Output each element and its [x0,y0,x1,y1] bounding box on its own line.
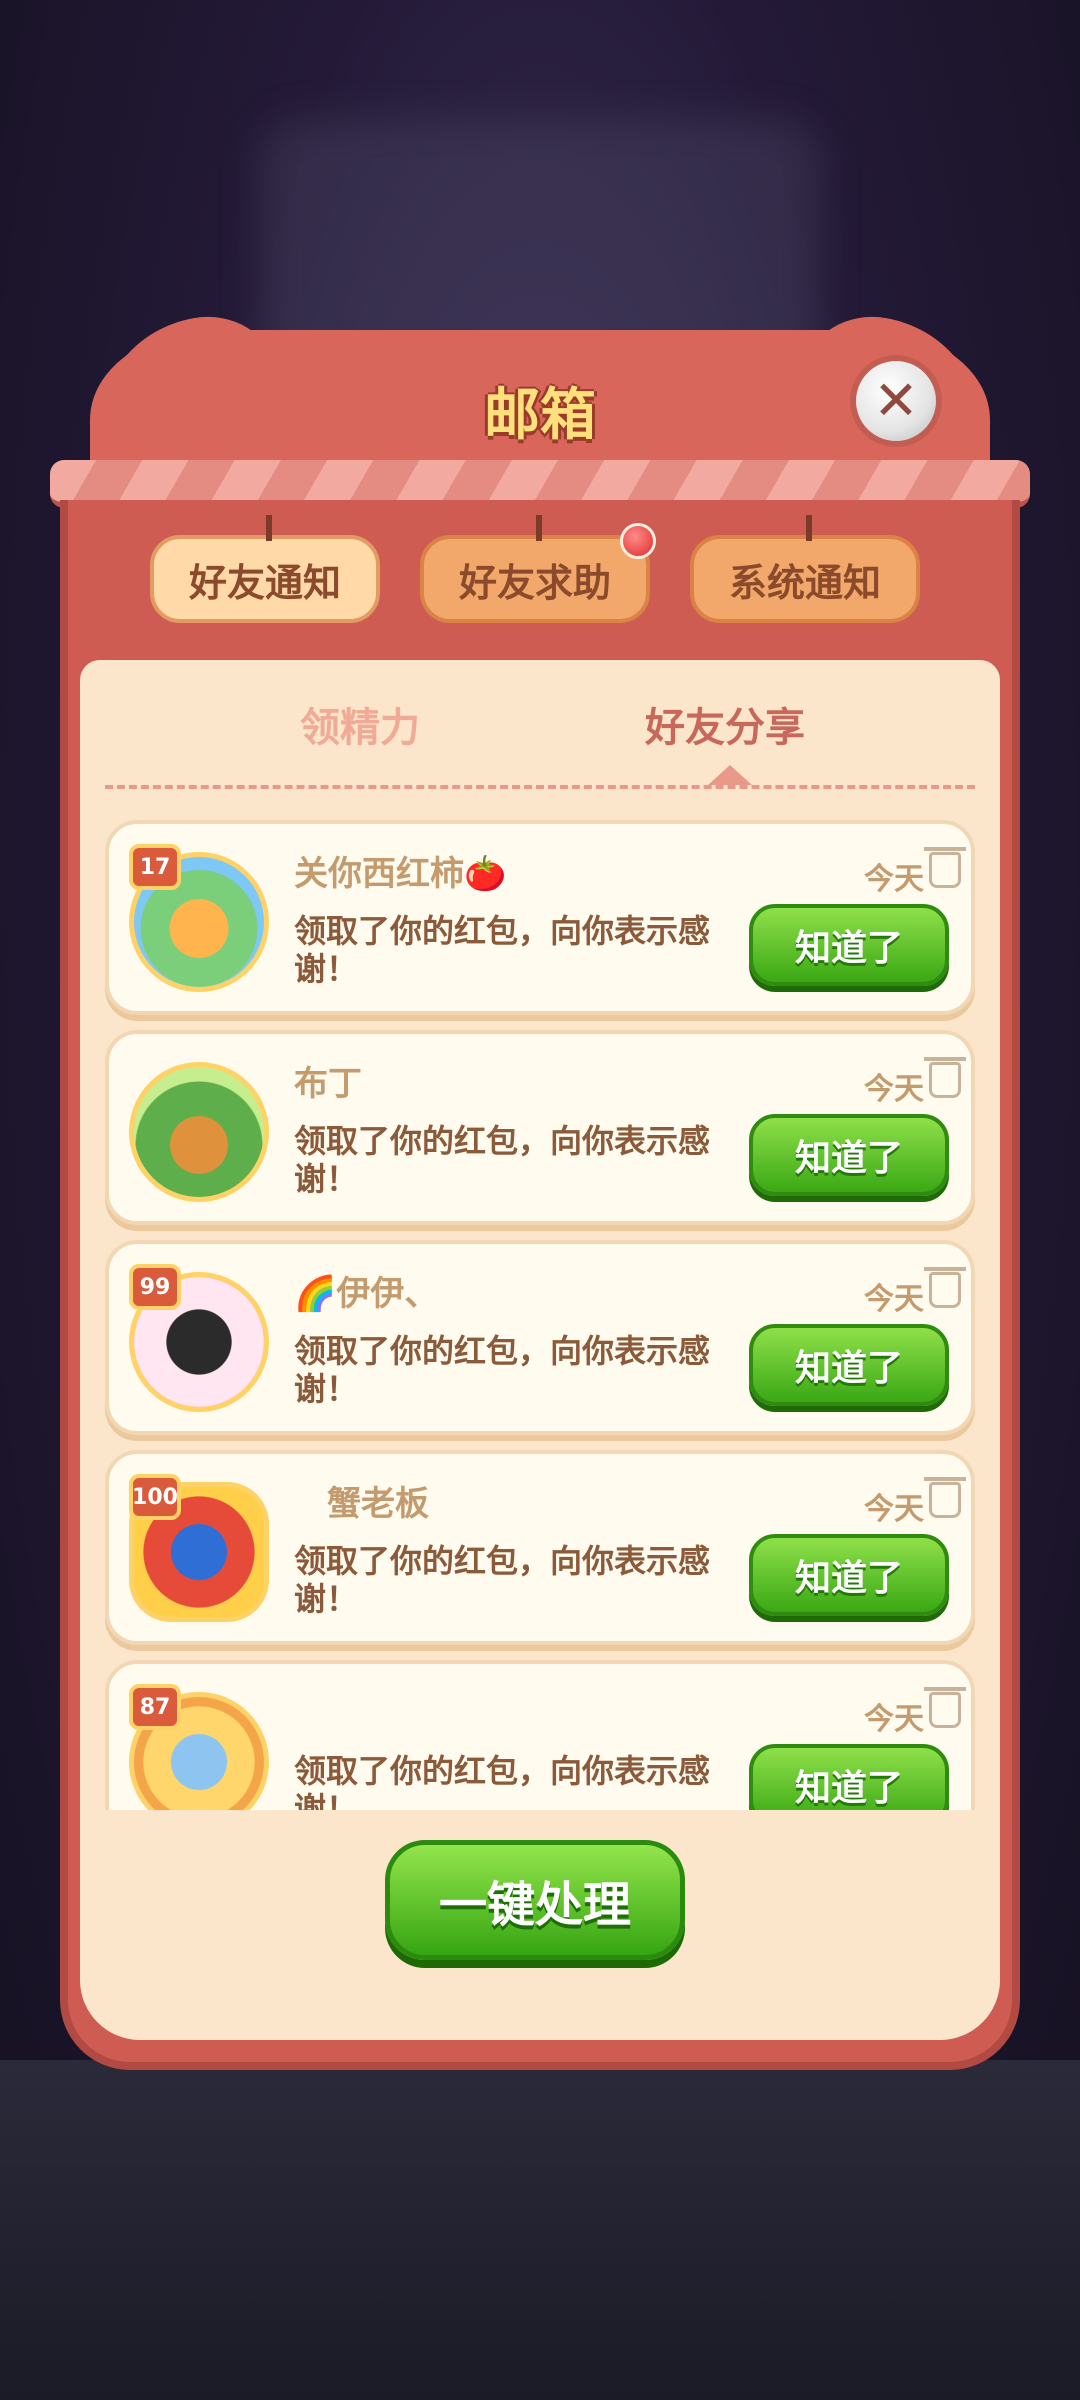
sender-name: 布丁 [294,1064,362,1104]
active-subtab-pointer [708,765,752,785]
acknowledge-button[interactable]: 知道了 [749,904,949,986]
sender-name: 🌈伊伊、 [294,1274,439,1314]
message-text: 领取了你的红包，向你表示感谢！ [294,1332,711,1408]
close-icon: ✕ [873,369,919,432]
message-text: 领取了你的红包，向你表示感谢！ [294,1122,711,1198]
trash-icon[interactable] [924,1477,966,1518]
message-date: 今天 [864,1072,924,1107]
message-date: 今天 [864,1282,924,1317]
list-item: 100 蟹老板 领取了你的红包，向你表示感谢！ 今天 知道了 [105,1450,975,1645]
acknowledge-button[interactable]: 知道了 [749,1534,949,1616]
list-item: 99 🌈伊伊、 领取了你的红包，向你表示感谢！ 今天 知道了 [105,1240,975,1435]
background-bottom [0,2060,1080,2400]
divider [105,785,975,789]
tab-system-notice[interactable]: 系统通知 [690,515,920,623]
tab-label: 好友通知 [188,560,341,605]
trash-icon[interactable] [924,1057,966,1098]
notification-badge [620,523,656,559]
bear-avatar-icon [129,1062,269,1202]
tab-friend-notice[interactable]: 好友通知 [150,515,380,623]
acknowledge-button[interactable]: 知道了 [749,1744,949,1810]
message-panel: 领精力 好友分享 17 关你西红柿🍅 领取了你的红包，向你表示感谢！ 今天 知道… [80,660,1000,2040]
trash-icon[interactable] [924,1267,966,1308]
list-item: 布丁 领取了你的红包，向你表示感谢！ 今天 知道了 [105,1030,975,1225]
message-date: 今天 [864,1702,924,1737]
subtab-friend-share[interactable]: 好友分享 [645,695,805,753]
sender-name: 关你西红柿🍅 [294,854,507,894]
level-badge: 99 [129,1264,181,1310]
tab-label: 好友求助 [458,560,611,605]
list-item: 17 关你西红柿🍅 领取了你的红包，向你表示感谢！ 今天 知道了 [105,820,975,1015]
acknowledge-button[interactable]: 知道了 [749,1114,949,1196]
level-badge: 87 [129,1684,181,1730]
process-all-button[interactable]: 一键处理 [385,1840,685,1960]
acknowledge-button[interactable]: 知道了 [749,1324,949,1406]
message-text: 领取了你的红包，向你表示感谢！ [294,912,711,988]
subtabs: 领精力 好友分享 [80,660,1000,790]
category-tabs: 好友通知 好友求助 系统通知 [150,515,930,635]
tab-label: 系统通知 [728,560,881,605]
list-item: 87 领取了你的红包，向你表示感谢！ 今天 知道了 [105,1660,975,1810]
trash-icon[interactable] [924,847,966,888]
mailbox-dialog: 邮箱 ✕ 好友通知 好友求助 系统通知 领精力 好友分享 17 关你西红柿🍅 领… [50,305,1030,2070]
sender-name: 蟹老板 [327,1484,429,1524]
close-button[interactable]: ✕ [850,355,942,447]
tab-friend-help[interactable]: 好友求助 [420,515,650,623]
level-badge: 17 [129,844,181,890]
message-date: 今天 [864,1492,924,1527]
message-list[interactable]: 17 关你西红柿🍅 领取了你的红包，向你表示感谢！ 今天 知道了 布丁 领取了你… [105,820,975,1810]
subtab-energy[interactable]: 领精力 [300,695,420,753]
message-date: 今天 [864,862,924,897]
message-text: 领取了你的红包，向你表示感谢！ [294,1542,711,1618]
level-badge: 100 [129,1474,181,1520]
trash-icon[interactable] [924,1687,966,1728]
message-text: 领取了你的红包，向你表示感谢！ [294,1752,711,1810]
